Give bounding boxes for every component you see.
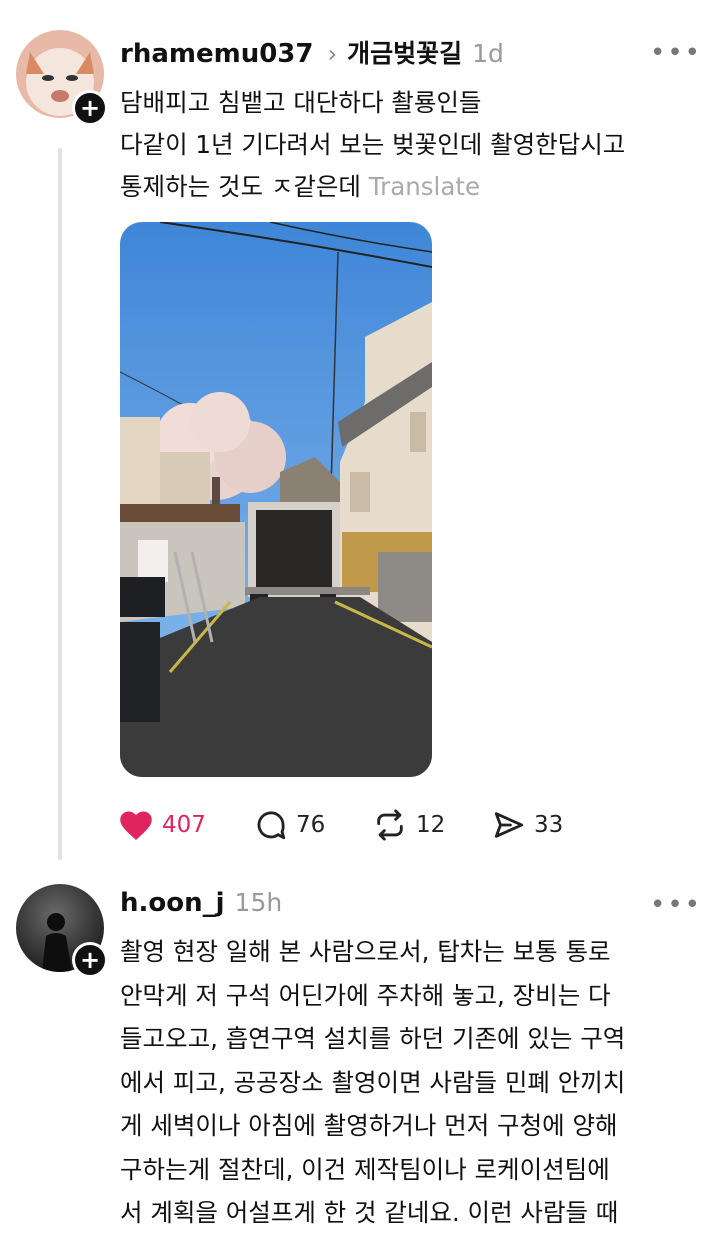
post2-avatar-wrap[interactable]: + [16,884,108,978]
post2-header: h.oon_j 15h [120,888,282,918]
share-button[interactable]: 33 [492,808,563,842]
post-time: 15h [234,888,283,917]
more-options-icon[interactable]: ••• [650,38,702,68]
comment-count: 76 [296,812,326,838]
post1-text-block: 담배피고 침뱉고 대단하다 촬룡인들 다같이 1년 기다려서 보는 벚꽃인데 촬… [120,82,625,208]
like-count: 407 [162,812,206,838]
post2-text: 촬영 현장 일해 본 사람으로서, 탑차는 보통 통로 안막게 저 구석 어딘가… [120,937,626,1227]
repost-icon [377,809,403,841]
comment-button[interactable]: 76 [254,808,372,842]
like-button[interactable]: 407 [118,808,254,842]
street-photo [120,222,432,777]
repost-button[interactable]: 12 [372,808,492,842]
post-time: 1d [472,39,504,68]
translate-link[interactable]: Translate [369,172,480,201]
username[interactable]: h.oon_j [120,888,225,918]
heart-icon [120,811,152,840]
more-options-icon[interactable]: ••• [650,890,702,920]
share-count: 33 [534,812,564,838]
send-icon [494,812,524,838]
post1-header: rhamemu037 › 개금벚꽃길 1d [120,34,504,70]
thread-line [58,148,62,860]
community-name[interactable]: 개금벚꽃길 [347,34,462,70]
post1-actions: 407 76 12 33 [118,808,563,842]
post-image[interactable] [120,222,432,777]
post1-avatar-wrap[interactable]: + [16,30,108,126]
follow-plus-icon[interactable]: + [72,90,108,126]
comment-bubble-icon [257,811,286,840]
repost-count: 12 [416,812,446,838]
chevron-right-icon: › [327,40,338,68]
username[interactable]: rhamemu037 [120,39,313,69]
follow-plus-icon[interactable]: + [72,942,108,978]
